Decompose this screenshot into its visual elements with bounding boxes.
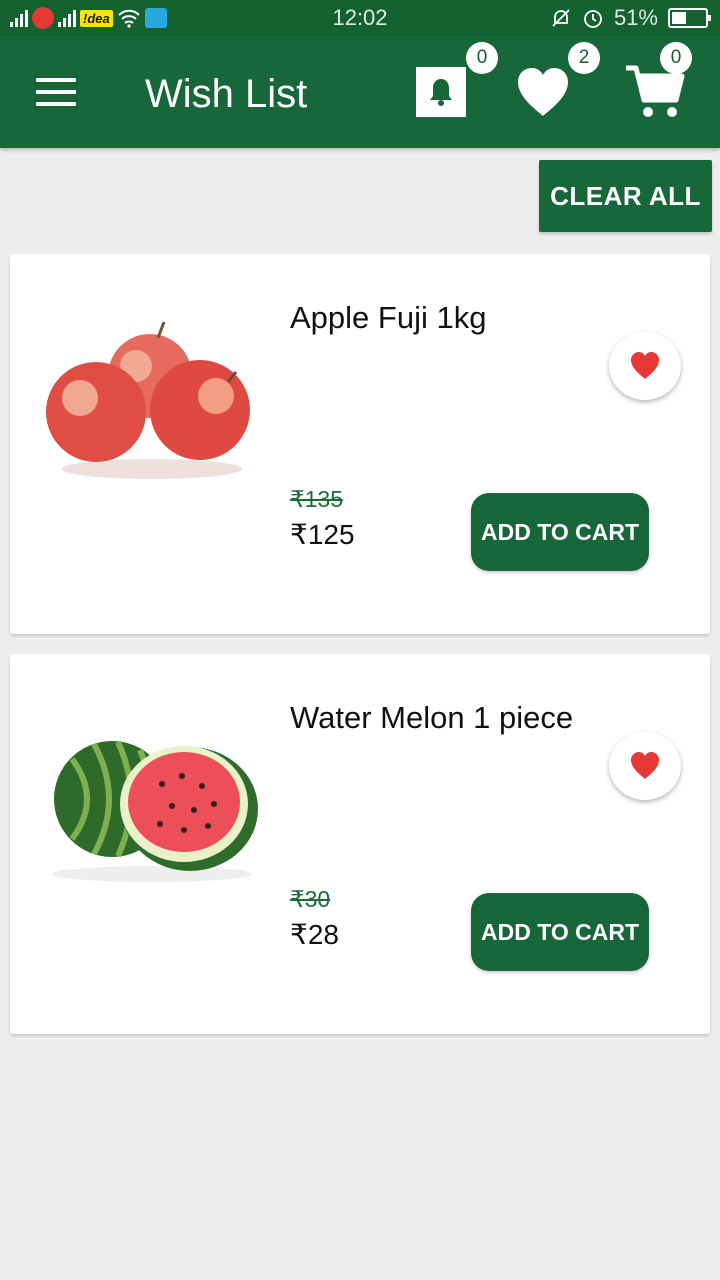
- favorite-heart-icon: [631, 752, 659, 779]
- remove-favorite-button[interactable]: [609, 732, 681, 800]
- status-bar-right: 51%: [550, 5, 711, 31]
- remove-favorite-button[interactable]: [609, 332, 681, 400]
- bell-icon: [430, 79, 452, 106]
- notification-count-badge: 0: [466, 42, 498, 74]
- sale-price: ₹28: [290, 919, 339, 950]
- sale-price: ₹125: [290, 519, 355, 550]
- page-title: Wish List: [145, 72, 308, 116]
- product-name[interactable]: Apple Fuji 1kg: [290, 300, 486, 336]
- cart-count-badge: 0: [660, 42, 692, 74]
- notifications-button[interactable]: [416, 67, 466, 117]
- alarm-icon: [584, 10, 602, 28]
- menu-icon[interactable]: [36, 78, 76, 106]
- wishlist-count-badge: 2: [568, 42, 600, 74]
- status-bar: !dea 12:02 51%: [0, 0, 720, 36]
- favorite-heart-icon: [631, 352, 659, 379]
- product-name[interactable]: Water Melon 1 piece: [290, 700, 573, 736]
- add-to-cart-button[interactable]: ADD TO CART: [471, 893, 649, 971]
- watermelon-product-image: [52, 740, 258, 882]
- battery-icon: [668, 8, 711, 28]
- mute-bell-icon: [552, 9, 570, 27]
- wishlist-heart-icon[interactable]: [516, 66, 570, 118]
- app-bar: Wish List 0 2 0: [0, 36, 720, 148]
- wishlist-item: Water Melon 1 piece ₹30 ₹28 ADD TO CART: [10, 654, 710, 1034]
- original-price: ₹30: [290, 886, 331, 912]
- battery-percent: 51%: [613, 5, 658, 30]
- wishlist-item: Apple Fuji 1kg ₹135 ₹125 ADD TO CART: [10, 254, 710, 634]
- apple-product-image: [46, 321, 250, 479]
- original-price: ₹135: [290, 486, 344, 512]
- clear-all-button[interactable]: CLEAR ALL: [539, 160, 712, 232]
- add-to-cart-button[interactable]: ADD TO CART: [471, 493, 649, 571]
